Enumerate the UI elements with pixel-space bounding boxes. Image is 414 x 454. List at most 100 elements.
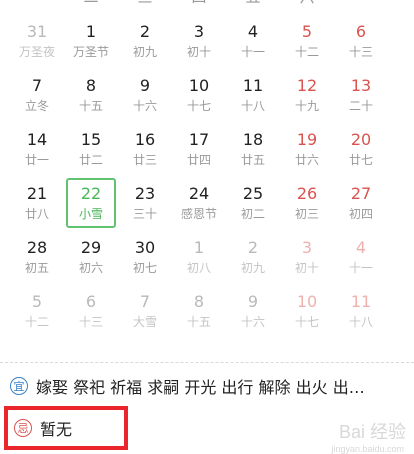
day-cell[interactable]: 18 廿五 — [226, 122, 280, 176]
day-cell[interactable]: 2 初九 — [226, 230, 280, 284]
day-number: 1 — [85, 22, 97, 41]
day-cell[interactable]: 24 感恩节 — [172, 176, 226, 230]
week-row: 28 初五 29 初六 30 初七 1 初八 2 初九 3 初十 4 十一 — [10, 230, 406, 284]
day-lunar-label: 初五 — [24, 261, 49, 275]
day-cell[interactable]: 23 三十 — [118, 176, 172, 230]
day-lunar-label: 初二 — [240, 207, 265, 221]
day-cell[interactable]: 14 廿一 — [10, 122, 64, 176]
day-cell[interactable]: 6 十三 — [64, 284, 118, 338]
day-lunar-label: 十七 — [186, 99, 211, 113]
yi-badge-icon: 宜 — [10, 377, 28, 395]
day-lunar-label: 初八 — [186, 261, 211, 275]
day-cell[interactable]: 2 初九 — [118, 14, 172, 68]
day-cell[interactable]: 31 万圣夜 — [10, 14, 64, 68]
day-number: 11 — [242, 76, 264, 95]
day-number: 9 — [247, 292, 259, 311]
day-cell-today[interactable]: 22 小雪 — [66, 178, 116, 228]
day-cell[interactable]: 26 初三 — [280, 176, 334, 230]
day-cell[interactable]: 16 廿三 — [118, 122, 172, 176]
day-lunar-label: 十二 — [24, 315, 49, 329]
weekday-spacer — [10, 0, 64, 8]
day-cell[interactable]: 10 十七 — [280, 284, 334, 338]
day-number: 13 — [350, 76, 372, 95]
day-lunar-label: 初十 — [186, 45, 211, 59]
weekday-header: 二 三 四 五 六 — [10, 0, 406, 8]
day-cell[interactable]: 3 初十 — [280, 230, 334, 284]
day-cell[interactable]: 5 十二 — [10, 284, 64, 338]
day-lunar-label: 十三 — [78, 315, 103, 329]
yi-row[interactable]: 宜 嫁娶 祭祀 祈福 求嗣 开光 出行 解除 出火 出… — [10, 374, 365, 398]
day-number: 24 — [188, 184, 210, 203]
day-number: 8 — [85, 76, 97, 95]
day-lunar-label: 十一 — [240, 45, 265, 59]
ji-row[interactable]: 忌 暂无 — [4, 406, 128, 450]
day-cell[interactable]: 6 十三 — [334, 14, 388, 68]
day-cell[interactable]: 21 廿八 — [10, 176, 64, 230]
day-lunar-label: 小雪 — [78, 207, 103, 221]
yi-text: 嫁娶 祭祀 祈福 求嗣 开光 出行 解除 出火 出… — [36, 378, 365, 397]
day-lunar-label: 廿八 — [24, 207, 49, 221]
day-number: 21 — [26, 184, 48, 203]
day-number: 2 — [139, 22, 151, 41]
day-number: 7 — [31, 76, 43, 95]
day-lunar-label: 初三 — [294, 207, 319, 221]
day-cell[interactable]: 20 廿七 — [334, 122, 388, 176]
day-cell[interactable]: 8 十五 — [172, 284, 226, 338]
day-number: 8 — [193, 292, 205, 311]
day-cell[interactable]: 5 十二 — [280, 14, 334, 68]
day-number: 6 — [355, 22, 367, 41]
day-lunar-label: 初九 — [240, 261, 265, 275]
day-cell[interactable]: 17 廿四 — [172, 122, 226, 176]
day-lunar-label: 廿二 — [78, 153, 103, 167]
day-cell[interactable]: 15 廿二 — [64, 122, 118, 176]
day-number: 23 — [134, 184, 156, 203]
day-number: 20 — [350, 130, 372, 149]
week-row: 7 立冬 8 十五 9 十六 10 十七 11 十八 12 十九 13 二十 — [10, 68, 406, 122]
ji-text: 暂无 — [40, 420, 73, 439]
day-cell[interactable]: 27 初四 — [334, 176, 388, 230]
day-lunar-label: 十九 — [294, 99, 319, 113]
day-number: 12 — [296, 76, 318, 95]
day-cell[interactable]: 13 二十 — [334, 68, 388, 122]
day-cell[interactable]: 19 廿六 — [280, 122, 334, 176]
day-cell[interactable]: 28 初五 — [10, 230, 64, 284]
day-cell[interactable]: 4 十一 — [334, 230, 388, 284]
weekday-label: 三 — [118, 0, 172, 8]
day-cell[interactable]: 9 十六 — [226, 284, 280, 338]
day-lunar-label: 初十 — [294, 261, 319, 275]
weekday-label: 二 — [64, 0, 118, 8]
day-cell[interactable]: 25 初二 — [226, 176, 280, 230]
day-number: 10 — [296, 292, 318, 311]
weekday-label: 六 — [280, 0, 334, 8]
day-number: 29 — [80, 238, 102, 257]
day-cell[interactable]: 10 十七 — [172, 68, 226, 122]
day-lunar-label: 廿七 — [348, 153, 373, 167]
day-cell[interactable]: 8 十五 — [64, 68, 118, 122]
day-cell[interactable]: 1 万圣节 — [64, 14, 118, 68]
day-cell[interactable]: 1 初八 — [172, 230, 226, 284]
day-lunar-label: 万圣夜 — [18, 45, 55, 59]
day-number: 25 — [242, 184, 264, 203]
day-cell[interactable]: 9 十六 — [118, 68, 172, 122]
day-cell[interactable]: 12 十九 — [280, 68, 334, 122]
day-lunar-label: 十六 — [240, 315, 265, 329]
day-number: 30 — [134, 238, 156, 257]
day-cell[interactable]: 7 大雪 — [118, 284, 172, 338]
day-number: 3 — [301, 238, 313, 257]
day-cell[interactable]: 11 十八 — [226, 68, 280, 122]
day-cell[interactable]: 30 初七 — [118, 230, 172, 284]
day-number: 31 — [26, 22, 48, 41]
day-cell[interactable]: 29 初六 — [64, 230, 118, 284]
day-lunar-label: 三十 — [132, 207, 157, 221]
day-cell[interactable]: 11 十八 — [334, 284, 388, 338]
day-number: 2 — [247, 238, 259, 257]
day-number: 16 — [134, 130, 156, 149]
day-number: 11 — [350, 292, 372, 311]
day-cell[interactable]: 7 立冬 — [10, 68, 64, 122]
day-cell[interactable]: 4 十一 — [226, 14, 280, 68]
day-lunar-label: 廿三 — [132, 153, 157, 167]
day-number: 27 — [350, 184, 372, 203]
day-lunar-label: 二十 — [348, 99, 373, 113]
day-lunar-label: 感恩节 — [180, 207, 217, 221]
day-cell[interactable]: 3 初十 — [172, 14, 226, 68]
